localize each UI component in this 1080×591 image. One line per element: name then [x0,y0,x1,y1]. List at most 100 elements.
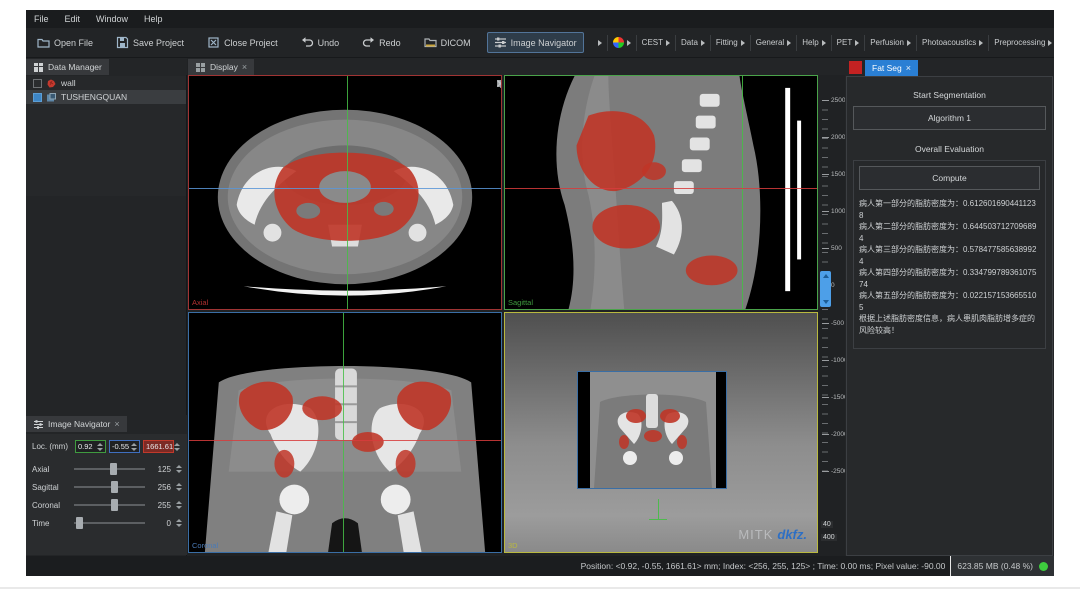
close-project-button[interactable]: Close Project [200,32,285,53]
view-menu-item[interactable]: Data [675,35,710,51]
result-line: 病人第四部分的脂肪密度为：0.33479978936107574 [859,267,1040,290]
loc-y-spinbox[interactable]: -0.55 [109,440,140,453]
level-tick-label: 500 [822,245,848,252]
level-tick-label: -500 [822,320,848,327]
undo-button[interactable]: Undo [294,32,347,53]
fat-seg-view-icon [849,61,862,74]
coronal-ct-image [189,313,501,552]
view-menu-label: Fitting [716,38,738,47]
evaluation-box: Compute 病人第一部分的脂肪密度为：0.6126016904411238病… [853,160,1046,349]
coronal-slider[interactable] [74,504,145,506]
sagittal-slider[interactable] [74,486,145,488]
open-file-icon [37,36,50,49]
image-navigator-button[interactable]: Image Navigator [487,32,584,53]
colormap-menu-button[interactable] [607,35,636,51]
level-tick-label: 2500 [822,97,848,104]
axial-viewport[interactable]: Axial [188,75,502,310]
view-menu-item[interactable]: General [750,35,796,51]
loc-z-value: 1661.61 [146,442,173,451]
level-tick-label: 1000 [822,208,848,215]
level-tick-label: -2000 [822,431,848,438]
coronal-crosshair-horizontal[interactable] [189,440,501,441]
data-manager-icon [33,62,44,73]
loc-z-spinbox[interactable]: 1661.61 [143,440,174,453]
spinner[interactable] [175,483,183,491]
coronal-slider-value: 255 [151,501,171,510]
close-icon[interactable]: × [114,420,119,429]
view-menu-item[interactable]: Fitting [710,35,750,51]
level-tick-label: 1500 [822,171,848,178]
sagittal-viewport[interactable]: Sagittal [504,75,818,310]
spinner[interactable] [130,443,138,451]
level-value[interactable]: 40 [821,521,833,528]
spinner[interactable] [175,501,183,509]
save-project-button[interactable]: Save Project [109,32,191,53]
view-menu-item[interactable]: PET [831,35,865,51]
view-menu-item[interactable]: Photoacoustics [916,35,988,51]
menu-item[interactable]: Help [144,14,163,24]
save-project-label: Save Project [133,38,184,48]
time-slider[interactable] [74,522,145,524]
view-menu-item[interactable]: Help [796,35,830,51]
close-project-label: Close Project [224,38,278,48]
tab-data-manager[interactable]: Data Manager [26,59,109,75]
close-icon[interactable]: × [906,64,911,73]
sagittal-crosshair-horizontal[interactable] [505,188,817,189]
threed-viewport[interactable]: MITK dkfz. 3D [504,312,818,553]
axial-slider[interactable] [74,468,145,470]
menu-item[interactable]: Edit [65,14,81,24]
slider-thumb[interactable] [111,499,118,511]
data-node-tushengquan[interactable]: TUSHENGQUAN [26,90,186,104]
view-menu-item[interactable]: Preprocessing [988,35,1054,51]
threed-crosshair-horizontal [649,519,667,520]
data-node-wall[interactable]: wall [26,76,186,90]
tab-fat-seg[interactable]: Fat Seg × [865,60,918,76]
image-navigator-tab-label: Image Navigator [48,419,110,429]
menu-item[interactable]: File [34,14,49,24]
spinner[interactable] [175,519,183,527]
loc-x-spinbox[interactable]: 0.92 [75,440,106,453]
spinner[interactable] [175,465,183,473]
axial-slider-label: Axial [32,465,70,474]
fat-seg-tabbar: Fat Seg × [845,58,1054,76]
coronal-slider-row: Coronal 255 [32,496,183,514]
threed-slice-plane[interactable] [577,371,727,489]
overall-evaluation-label: Overall Evaluation [853,144,1046,154]
coronal-view-label: Coronal [192,541,218,550]
sagittal-ct-image [505,76,817,309]
axial-crosshair-horizontal[interactable] [189,188,501,189]
close-icon[interactable]: × [242,63,247,72]
spinner[interactable] [96,443,104,451]
open-file-button[interactable]: Open File [30,32,100,53]
level-slider-thumb[interactable] [820,271,831,307]
visibility-checkbox[interactable] [33,79,42,88]
window-value[interactable]: 400 [821,534,837,541]
view-menu-item[interactable]: CEST [636,35,675,51]
dicom-button[interactable]: DICOM [417,32,478,53]
slider-thumb[interactable] [76,517,83,529]
algorithm-1-button[interactable]: Algorithm 1 [853,106,1046,130]
coronal-crosshair-vertical[interactable] [343,313,344,552]
view-menu-label: PET [837,38,853,47]
coronal-viewport[interactable]: Coronal [188,312,502,553]
tab-display[interactable]: Display × [188,59,254,75]
tab-image-navigator[interactable]: Image Navigator × [26,416,127,432]
time-slider-label: Time [32,519,70,528]
image-navigator-tab-icon [33,419,44,430]
axial-crosshair-vertical[interactable] [347,76,348,309]
slider-thumb[interactable] [110,463,117,475]
menu-item[interactable]: Window [96,14,128,24]
spinner[interactable] [173,443,181,451]
position-status-text: Position: <0.92, -0.55, 1661.61> mm; Ind… [581,561,951,571]
coronal-slider-label: Coronal [32,501,70,510]
view-menu-item[interactable]: Perfusion [864,35,916,51]
sagittal-crosshair-vertical[interactable] [742,76,743,309]
colormap-icon [613,37,624,48]
result-line: 病人第三部分的脂肪密度为：0.5784775856389924 [859,244,1040,267]
redo-button[interactable]: Redo [355,32,408,53]
close-icon[interactable] [496,79,502,88]
toolbar-overflow-button[interactable] [593,35,607,51]
slider-thumb[interactable] [111,481,118,493]
visibility-checkbox[interactable] [33,93,42,102]
compute-button[interactable]: Compute [859,166,1040,190]
